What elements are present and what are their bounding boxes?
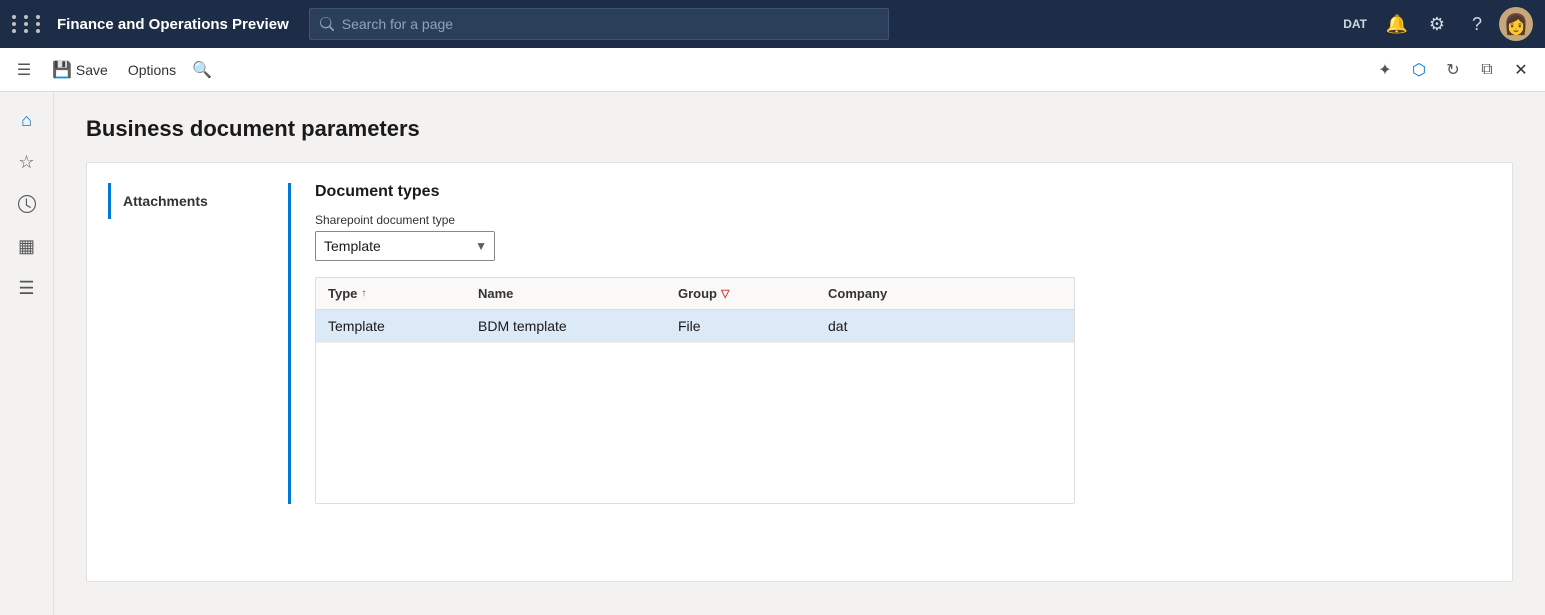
cell-company: dat	[816, 310, 966, 342]
sharepoint-doc-type-select[interactable]: Template File URL Note	[315, 231, 495, 261]
personalize-icon[interactable]: ✦	[1369, 54, 1401, 86]
table-empty-area	[316, 343, 1074, 503]
save-icon: 💾	[52, 60, 72, 80]
hamburger-icon[interactable]: ☰	[8, 54, 40, 86]
sort-icon: ↑	[361, 288, 366, 299]
save-label: Save	[76, 62, 108, 78]
card-inner: Attachments Document types Sharepoint do…	[111, 183, 1488, 504]
sidebar-item-favorites[interactable]: ☆	[7, 142, 47, 182]
cell-type: Template	[316, 310, 466, 342]
action-bar: ☰ 💾 Save Options 🔍 ✦ ⬡ ↻ ⧉ ✕	[0, 48, 1545, 92]
cell-name: BDM template	[466, 310, 666, 342]
section-title: Document types	[315, 183, 1488, 201]
save-button[interactable]: 💾 Save	[44, 56, 116, 84]
app-title: Finance and Operations Preview	[57, 16, 289, 33]
table-body: Template BDM template File dat	[316, 310, 1074, 503]
office-icon[interactable]: ⬡	[1403, 54, 1435, 86]
user-avatar[interactable]: 👩	[1499, 7, 1533, 41]
top-nav-bar: Finance and Operations Preview DAT 🔔 ⚙ ?…	[0, 0, 1545, 48]
sidebar-item-workspaces[interactable]: ▦	[7, 226, 47, 266]
col-name: Name	[466, 278, 666, 309]
main-card: Attachments Document types Sharepoint do…	[86, 162, 1513, 582]
sidebar-item-home[interactable]: ⌂	[7, 100, 47, 140]
options-button[interactable]: Options	[120, 58, 184, 82]
tab-attachments[interactable]: Attachments	[108, 183, 276, 219]
close-button[interactable]: ✕	[1505, 54, 1537, 86]
sidebar-item-recent[interactable]	[7, 184, 47, 224]
sharepoint-doc-type-wrapper: Template File URL Note ▼	[315, 231, 495, 261]
options-label: Options	[128, 62, 176, 78]
sidebar-item-list[interactable]: ☰	[7, 268, 47, 308]
help-icon[interactable]: ?	[1459, 6, 1495, 42]
content-area: Business document parameters Attachments…	[54, 92, 1545, 615]
right-content: Document types Sharepoint document type …	[291, 183, 1488, 504]
dropdown-field-label: Sharepoint document type	[315, 213, 1488, 227]
action-search-icon[interactable]: 🔍	[188, 56, 216, 84]
search-icon	[320, 17, 334, 31]
col-type: Type ↑	[316, 278, 466, 309]
action-bar-right: ✦ ⬡ ↻ ⧉ ✕	[1369, 54, 1537, 86]
global-search-box[interactable]	[309, 8, 889, 40]
table-row[interactable]: Template BDM template File dat	[316, 310, 1074, 343]
main-layout: ⌂ ☆ ▦ ☰ Business document parameters Att…	[0, 92, 1545, 615]
settings-icon[interactable]: ⚙	[1419, 6, 1455, 42]
top-nav-right-actions: DAT 🔔 ⚙ ? 👩	[1335, 6, 1533, 42]
tab-panel: Attachments	[111, 183, 291, 504]
open-in-new-icon[interactable]: ⧉	[1471, 54, 1503, 86]
page-title: Business document parameters	[86, 116, 1513, 142]
refresh-icon[interactable]: ↻	[1437, 54, 1469, 86]
col-company: Company	[816, 278, 966, 309]
table-header: Type ↑ Name Group ▽ Company	[316, 278, 1074, 310]
search-input[interactable]	[342, 16, 878, 32]
left-sidebar: ⌂ ☆ ▦ ☰	[0, 92, 54, 615]
notification-icon[interactable]: 🔔	[1379, 6, 1415, 42]
filter-icon: ▽	[721, 287, 729, 300]
app-grid-icon[interactable]	[12, 15, 45, 33]
env-badge: DAT	[1335, 17, 1375, 31]
document-types-table: Type ↑ Name Group ▽ Company	[315, 277, 1075, 504]
cell-group: File	[666, 310, 816, 342]
col-group: Group ▽	[666, 278, 816, 309]
